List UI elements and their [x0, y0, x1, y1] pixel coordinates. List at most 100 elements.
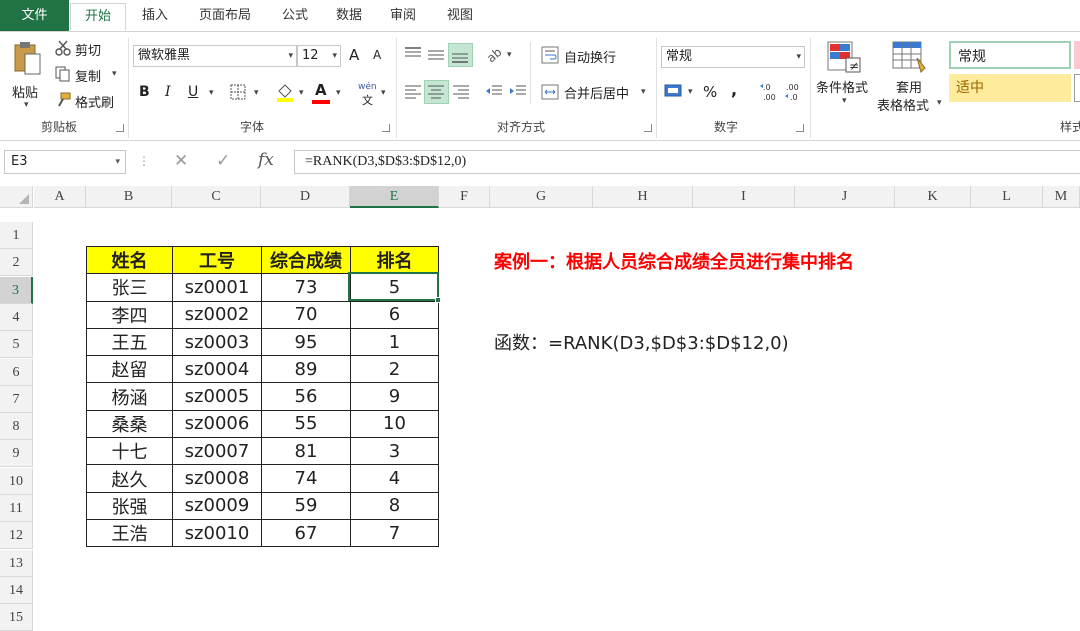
tab-page-layout[interactable]: 页面布局 — [186, 3, 264, 31]
cell-score[interactable]: 70 — [261, 300, 351, 329]
borders-icon[interactable] — [230, 84, 246, 100]
cell-name[interactable]: 十七 — [86, 437, 173, 466]
tab-data[interactable]: 数据 — [326, 3, 372, 31]
row-header-13[interactable]: 13 — [0, 549, 33, 577]
accounting-format-icon[interactable] — [664, 82, 684, 100]
cell-name[interactable]: 赵久 — [86, 464, 173, 493]
align-top-icon[interactable] — [404, 46, 422, 62]
name-box[interactable]: E3 ▾ — [4, 150, 126, 174]
row-header-9[interactable]: 9 — [0, 440, 33, 468]
style-normal[interactable]: 常规 — [949, 41, 1071, 69]
cell-score[interactable]: 74 — [261, 464, 351, 493]
tab-file[interactable]: 文件 — [0, 0, 69, 32]
cell-name[interactable]: 王浩 — [86, 518, 173, 548]
cell-id[interactable]: sz0003 — [172, 327, 262, 357]
font-size-select[interactable]: 12 ▾ — [297, 45, 341, 67]
column-header-c[interactable]: C — [172, 186, 261, 208]
cell-rank[interactable]: 4 — [350, 464, 439, 493]
format-as-table-label-line2[interactable]: 表格格式 — [877, 95, 929, 114]
decrease-indent-icon[interactable] — [485, 84, 503, 100]
cell-name[interactable]: 赵留 — [86, 355, 173, 384]
cell-id[interactable]: sz0006 — [172, 409, 262, 439]
column-header-h[interactable]: H — [593, 186, 693, 208]
align-middle-icon[interactable] — [427, 46, 445, 62]
align-left-icon[interactable] — [404, 84, 422, 100]
column-header-i[interactable]: I — [693, 186, 795, 208]
increase-decimal-icon[interactable]: .0.00 — [759, 81, 779, 103]
column-header-b[interactable]: B — [86, 186, 172, 208]
cell-name[interactable]: 王五 — [86, 327, 173, 357]
font-launcher[interactable] — [382, 124, 390, 132]
header-id[interactable]: 工号 — [172, 245, 262, 275]
number-launcher[interactable] — [796, 124, 804, 132]
decrease-decimal-icon[interactable]: .00.0 — [784, 81, 804, 103]
column-header-k[interactable]: K — [895, 186, 971, 208]
column-header-f[interactable]: F — [439, 186, 490, 208]
row-header-11[interactable]: 11 — [0, 495, 33, 522]
row-header-4[interactable]: 4 — [0, 303, 33, 331]
fill-handle[interactable] — [435, 297, 441, 303]
font-color-button[interactable]: A — [315, 81, 327, 99]
tab-home[interactable]: 开始 — [70, 3, 126, 31]
cell-score[interactable]: 81 — [261, 437, 351, 466]
column-header-l[interactable]: L — [971, 186, 1043, 208]
cell-name[interactable]: 杨涵 — [86, 382, 173, 411]
row-header-1[interactable]: 1 — [0, 222, 33, 249]
column-header-m[interactable]: M — [1043, 186, 1080, 208]
cell-rank[interactable]: 3 — [350, 437, 439, 466]
cell-rank[interactable]: 10 — [350, 409, 439, 439]
tab-insert[interactable]: 插入 — [132, 3, 178, 31]
cut-button[interactable]: 剪切 — [75, 40, 101, 59]
active-cell-e3[interactable] — [348, 272, 439, 301]
cell-score[interactable]: 95 — [261, 327, 351, 357]
cell-score[interactable]: 89 — [261, 355, 351, 384]
format-painter-button[interactable]: 格式刷 — [75, 92, 114, 111]
column-header-a[interactable]: A — [34, 186, 86, 208]
number-format-select[interactable]: 常规 ▾ — [661, 46, 805, 68]
cell-score[interactable]: 55 — [261, 409, 351, 439]
insert-function-button[interactable]: fx — [258, 150, 274, 170]
header-name[interactable]: 姓名 — [86, 245, 173, 275]
row-header-5[interactable]: 5 — [0, 331, 33, 359]
font-name-select[interactable]: 微软雅黑 ▾ — [133, 45, 297, 67]
bold-button[interactable]: B — [139, 84, 150, 100]
align-right-icon[interactable] — [452, 84, 470, 100]
tab-review[interactable]: 审阅 — [380, 3, 426, 31]
style-next-swatch[interactable] — [1074, 41, 1080, 69]
cell-score[interactable]: 67 — [261, 518, 351, 548]
cell-id[interactable]: sz0004 — [172, 355, 262, 384]
cell-rank[interactable]: 1 — [350, 327, 439, 357]
select-all-button[interactable] — [0, 186, 33, 208]
column-header-d[interactable]: D — [261, 186, 350, 208]
cell-rank[interactable]: 8 — [350, 491, 439, 520]
tab-formulas[interactable]: 公式 — [272, 3, 318, 31]
row-header-15[interactable]: 15 — [0, 604, 33, 631]
cell-rank[interactable]: 9 — [350, 382, 439, 411]
clipboard-launcher[interactable] — [116, 124, 124, 132]
wrap-text-button[interactable]: 自动换行 — [564, 47, 616, 66]
cell-rank[interactable]: 2 — [350, 355, 439, 384]
cell-id[interactable]: sz0007 — [172, 437, 262, 466]
column-header-e[interactable]: E — [350, 186, 439, 208]
style-next-swatch-2[interactable] — [1074, 74, 1080, 102]
cell-name[interactable]: 李四 — [86, 300, 173, 329]
cancel-formula-button[interactable]: ✕ — [174, 151, 188, 171]
cell-name[interactable]: 桑桑 — [86, 409, 173, 439]
formula-input[interactable]: =RANK(D3,$D$3:$D$12,0) — [294, 150, 1080, 174]
italic-button[interactable]: I — [165, 84, 171, 100]
style-neutral[interactable]: 适中 — [949, 74, 1071, 102]
cell-id[interactable]: sz0001 — [172, 273, 262, 302]
fill-color-icon[interactable] — [276, 82, 294, 102]
column-header-j[interactable]: J — [795, 186, 895, 208]
merge-center-button[interactable]: 合并后居中 — [564, 83, 629, 102]
format-as-table-label-line1[interactable]: 套用 — [896, 77, 922, 96]
comma-button[interactable]: , — [731, 80, 737, 99]
cell-id[interactable]: sz0008 — [172, 464, 262, 493]
cell-id[interactable]: sz0009 — [172, 491, 262, 520]
copy-button[interactable]: 复制 — [75, 66, 101, 85]
cell-score[interactable]: 56 — [261, 382, 351, 411]
grow-font-button[interactable]: A — [349, 46, 359, 64]
orientation-icon[interactable]: ab — [484, 44, 504, 64]
row-header-14[interactable]: 14 — [0, 576, 33, 604]
cell-rank[interactable]: 7 — [350, 518, 439, 548]
